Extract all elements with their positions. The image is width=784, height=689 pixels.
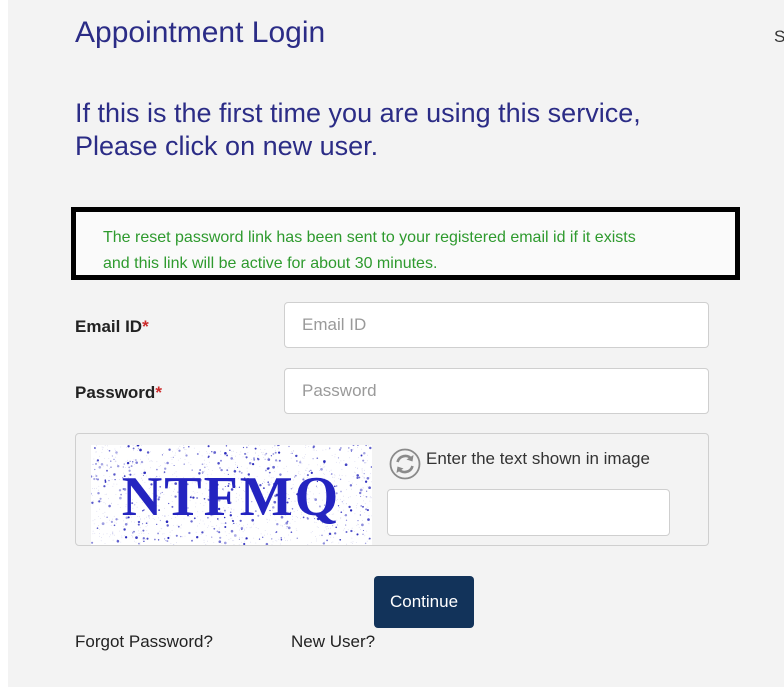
captcha-section: NTFMQ Enter the text shown in image: [75, 433, 709, 546]
page-title: Appointment Login: [75, 16, 326, 49]
intro-message: If this is the first time you are using …: [75, 97, 755, 163]
captcha-instruction: Enter the text shown in image: [426, 449, 650, 468]
notice-line-1: The reset password link has been sent to…: [103, 229, 636, 246]
new-user-link[interactable]: New User?: [291, 632, 375, 652]
password-label: Password*: [75, 383, 162, 403]
password-required-mark: *: [155, 383, 162, 402]
intro-line-2: Please click on new user.: [75, 131, 379, 161]
captcha-input[interactable]: [387, 489, 670, 536]
email-required-mark: *: [142, 317, 149, 336]
email-label: Email ID*: [75, 317, 149, 337]
email-input[interactable]: [284, 302, 709, 348]
forgot-password-link[interactable]: Forgot Password?: [75, 632, 213, 652]
email-label-text: Email ID: [75, 317, 143, 336]
captcha-image-text: NTFMQ: [122, 466, 340, 528]
notice-line-2: and this link will be active for about 3…: [103, 255, 438, 272]
login-page: Appointment Login Se If this is the firs…: [8, 0, 784, 687]
password-input[interactable]: [284, 368, 709, 414]
side-text-fragment: Se: [774, 27, 784, 46]
refresh-icon[interactable]: [389, 448, 421, 480]
captcha-image: NTFMQ: [91, 445, 372, 545]
reset-notice-text: The reset password link has been sent to…: [103, 225, 743, 277]
continue-button[interactable]: Continue: [374, 576, 474, 628]
reset-notice-box: The reset password link has been sent to…: [71, 207, 740, 280]
intro-line-1: If this is the first time you are using …: [75, 98, 641, 128]
password-label-text: Password: [75, 383, 156, 402]
